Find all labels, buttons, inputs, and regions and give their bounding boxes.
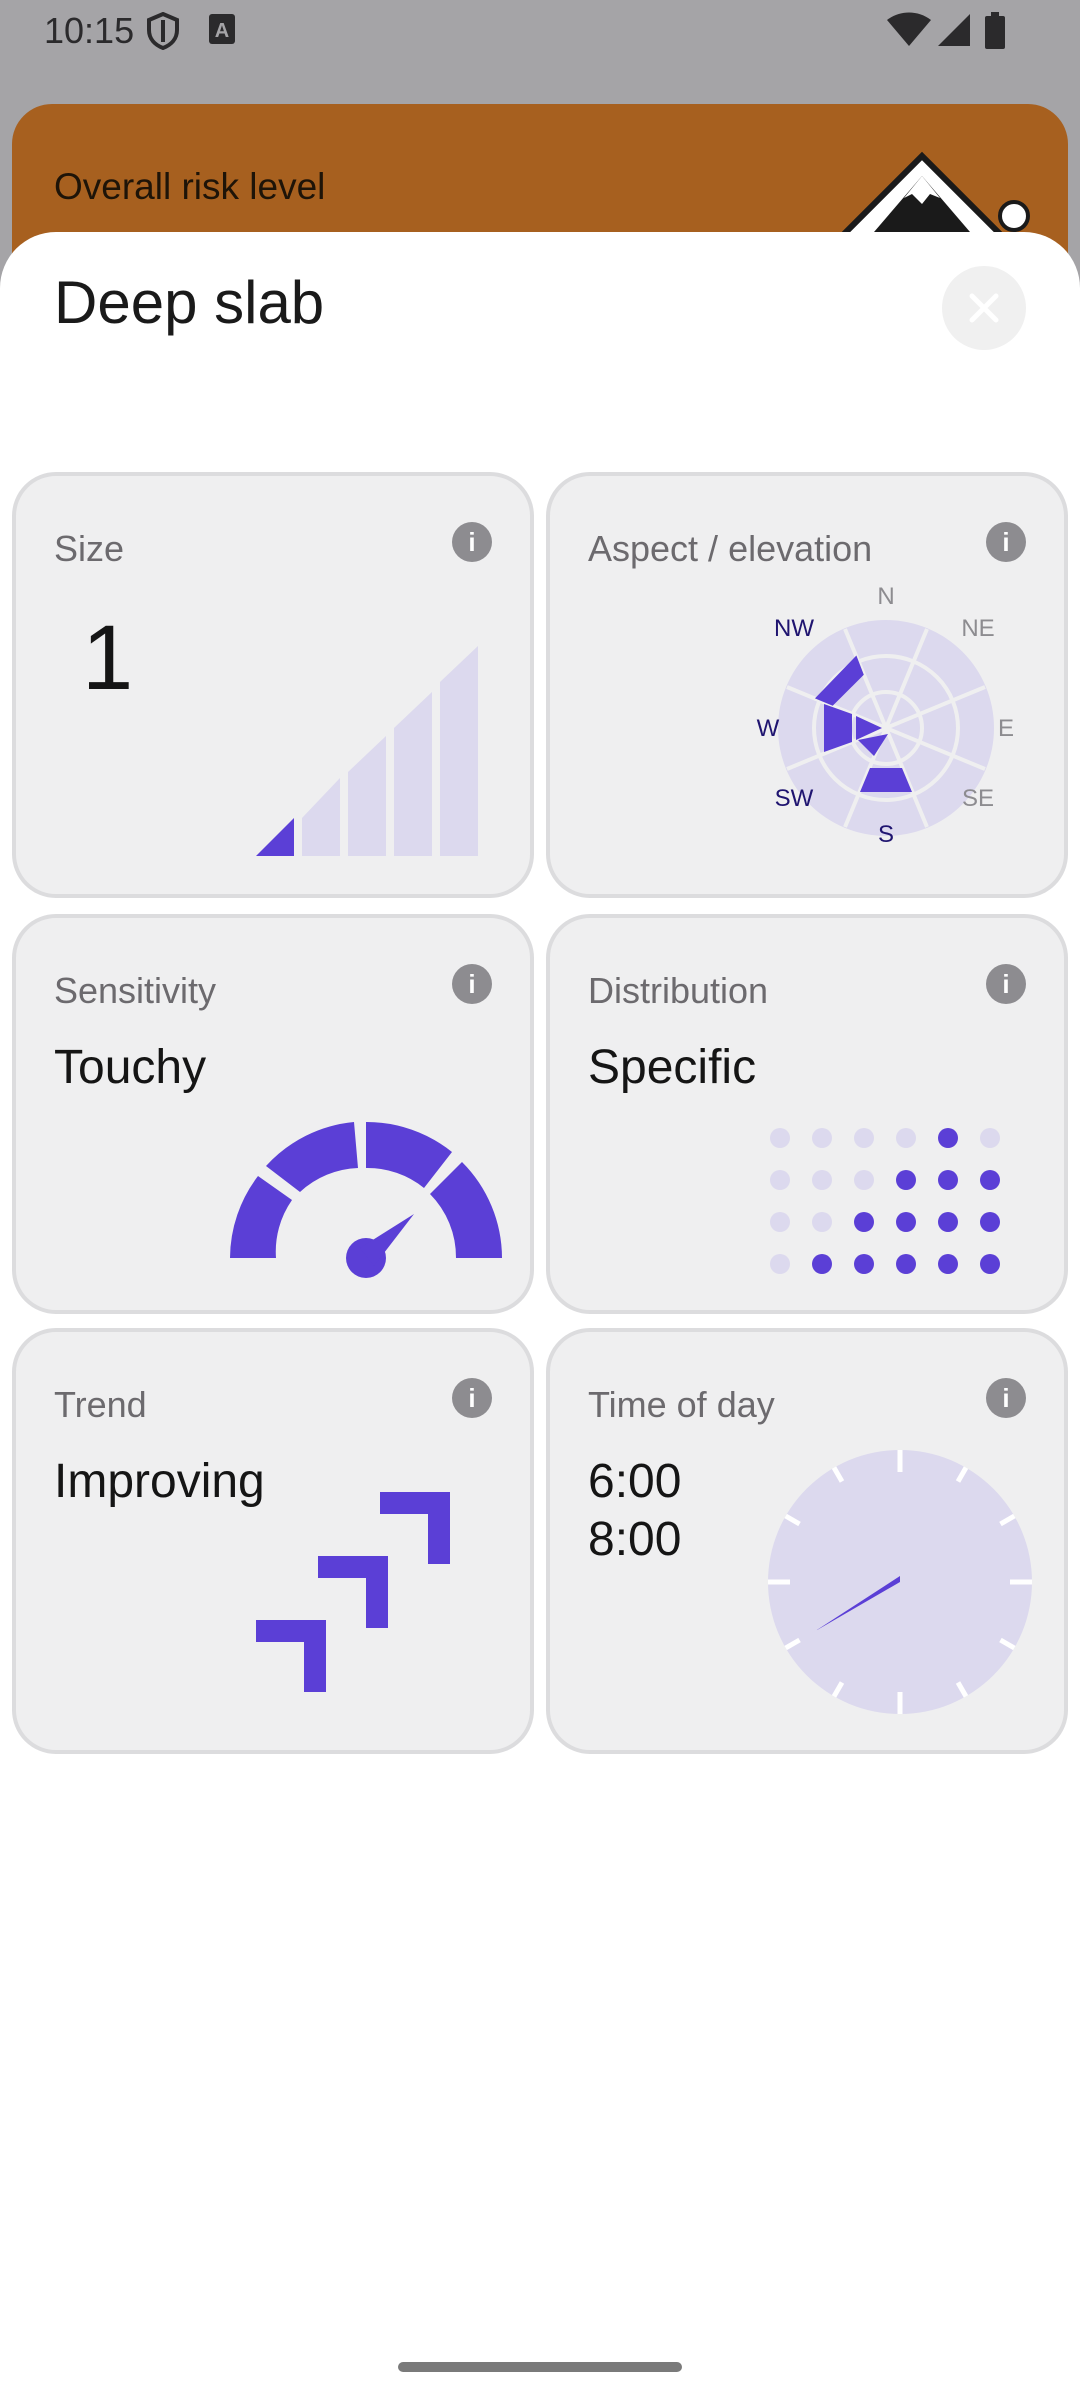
distribution-dot [938, 1170, 958, 1190]
distribution-label: Distribution [588, 970, 769, 1011]
distribution-dot [980, 1254, 1000, 1274]
home-indicator[interactable] [398, 2362, 682, 2372]
aspect-dir-n: N [877, 586, 894, 610]
distribution-dot [812, 1212, 832, 1232]
distribution-value: Specific [588, 1041, 757, 1094]
distribution-dot [980, 1170, 1000, 1190]
distribution-dot [938, 1212, 958, 1232]
sensitivity-label: Sensitivity [54, 970, 217, 1011]
aspect-dir-se: SE [962, 785, 994, 812]
size-bar-3 [348, 736, 386, 856]
distribution-dot [770, 1254, 790, 1274]
close-button[interactable] [942, 266, 1026, 350]
info-icon[interactable]: i [986, 964, 1026, 1004]
a-badge-icon: A [209, 14, 235, 44]
aspect-elevation-card[interactable]: Aspect / elevation i N NE E SE S SW W NW [546, 472, 1068, 898]
battery-icon [985, 12, 1005, 49]
distribution-card[interactable]: Distribution i Specific [546, 914, 1068, 1314]
distribution-dot [896, 1254, 916, 1274]
info-icon[interactable]: i [452, 964, 492, 1004]
sensitivity-value: Touchy [54, 1041, 207, 1094]
time-of-day-card[interactable]: Time of day i 6:00 8:00 [546, 1328, 1068, 1754]
info-icon[interactable]: i [452, 1378, 492, 1418]
distribution-dot [938, 1128, 958, 1148]
size-label: Size [54, 528, 125, 569]
distribution-dot [854, 1212, 874, 1232]
mountain-danger-icon [827, 151, 1030, 246]
aspect-dir-ne: NE [961, 615, 994, 642]
distribution-dot [896, 1212, 916, 1232]
aspect-label: Aspect / elevation [588, 528, 873, 569]
aspect-dir-nw: NW [774, 615, 814, 642]
size-bar-4 [394, 692, 432, 856]
size-bar-5 [440, 646, 478, 856]
distribution-dot [896, 1128, 916, 1148]
info-icon[interactable]: i [452, 522, 492, 562]
wifi-icon [887, 12, 931, 46]
distribution-dot [812, 1128, 832, 1148]
distribution-dot [812, 1170, 832, 1190]
aspect-dir-e: E [998, 715, 1014, 742]
close-icon [969, 293, 999, 323]
aspect-dir-w: W [757, 715, 780, 742]
size-bars-graphic [256, 646, 478, 856]
size-bar-2 [302, 778, 340, 856]
distribution-dot [854, 1254, 874, 1274]
status-bar: 10:15 A [0, 0, 1080, 62]
svg-text:A: A [215, 20, 229, 42]
aspect-dir-sw: SW [775, 785, 814, 812]
trend-card[interactable]: Trend i Improving [12, 1328, 534, 1754]
info-icon[interactable]: i [986, 1378, 1026, 1418]
sheet-title: Deep slab [54, 269, 325, 336]
sensitivity-gauge-graphic [230, 1121, 502, 1278]
trend-value: Improving [54, 1455, 265, 1508]
distribution-dot [980, 1212, 1000, 1232]
sensitivity-card[interactable]: Sensitivity i Touchy [12, 914, 534, 1314]
size-value: 1 [82, 607, 134, 709]
shield-icon [147, 12, 179, 50]
distribution-dots-graphic [770, 1128, 1000, 1274]
distribution-dot [770, 1170, 790, 1190]
distribution-dot [896, 1170, 916, 1190]
status-time: 10:15 [44, 10, 135, 51]
aspect-dir-s: S [878, 821, 894, 848]
size-bar-1 [256, 818, 294, 856]
signal-icon [938, 14, 970, 46]
distribution-dot [980, 1128, 1000, 1148]
distribution-dot [770, 1212, 790, 1232]
distribution-dot [854, 1170, 874, 1190]
distribution-dot [854, 1128, 874, 1148]
risk-level-label: Overall risk level [54, 166, 326, 207]
time-start: 6:00 [588, 1455, 682, 1508]
info-icon[interactable]: i [986, 522, 1026, 562]
size-card[interactable]: Size i 1 [12, 472, 534, 898]
distribution-dot [812, 1254, 832, 1274]
distribution-dot [938, 1254, 958, 1274]
aspect-rose-graphic: N NE E SE S SW W NW [757, 586, 1014, 848]
time-end: 8:00 [588, 1513, 682, 1566]
time-of-day-label: Time of day [588, 1384, 775, 1425]
trend-label: Trend [54, 1384, 147, 1425]
trend-improving-graphic [256, 1492, 450, 1692]
clock-graphic [768, 1450, 1032, 1714]
problem-detail-sheet: Deep slab Size i 1 Aspect / elevation i [0, 232, 1080, 2400]
distribution-dot [770, 1128, 790, 1148]
